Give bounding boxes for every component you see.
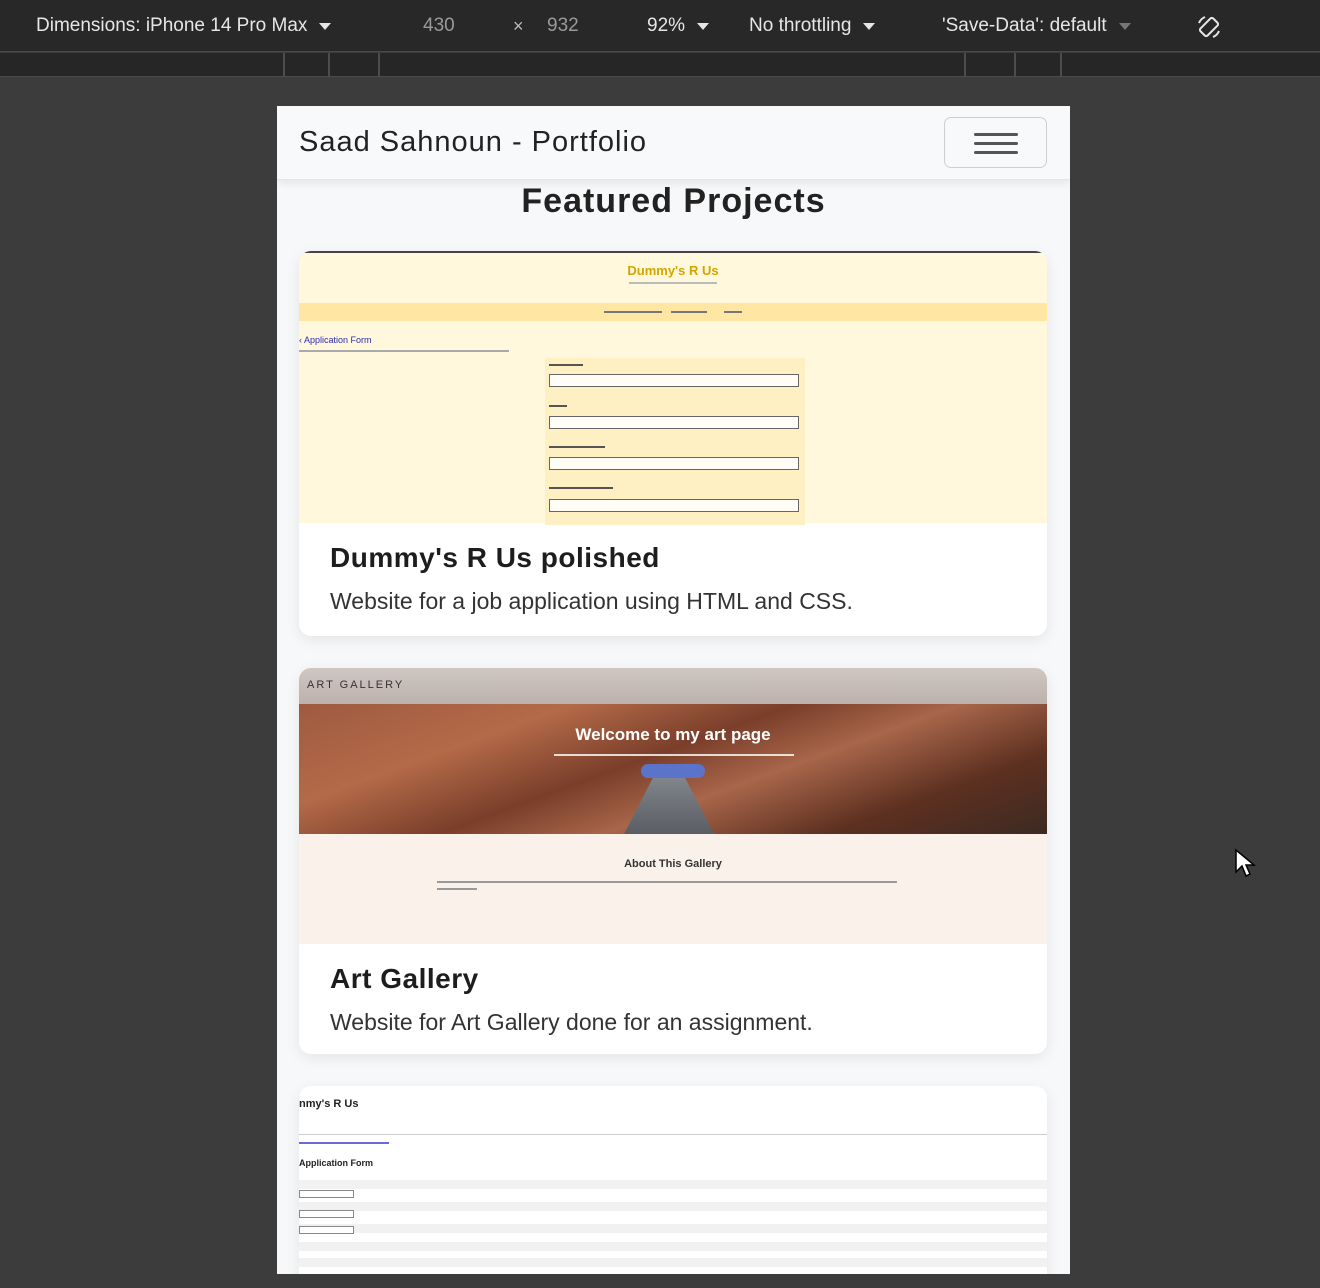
hamburger-icon — [974, 133, 1018, 136]
mouse-cursor-icon — [1235, 848, 1257, 878]
project-screenshot: ART GALLERY Welcome to my art page About… — [299, 668, 1047, 944]
zoom-dropdown[interactable]: 92% — [647, 0, 710, 52]
dimension-separator: × — [513, 0, 524, 52]
preview-logo: ART GALLERY — [307, 679, 405, 691]
chevron-down-icon — [697, 22, 710, 30]
width-input[interactable]: 430 — [423, 0, 455, 52]
dimensions-label: Dimensions: iPhone 14 Pro Max — [36, 15, 308, 36]
throttling-dropdown[interactable]: No throttling — [749, 0, 876, 52]
preview-form-title: Application Form — [299, 1158, 373, 1168]
width-value: 430 — [423, 15, 455, 36]
project-screenshot: Dummy's R Us ‹ Application Form — [299, 251, 1047, 525]
project-description: Website for Art Gallery done for an assi… — [330, 1009, 813, 1035]
project-title: Art Gallery — [330, 963, 479, 994]
project-card[interactable]: ART GALLERY Welcome to my art page About… — [299, 668, 1047, 1054]
project-card[interactable]: Dummy's R Us ‹ Application Form Dummy's … — [299, 251, 1047, 636]
save-data-label: 'Save-Data': default — [942, 15, 1107, 36]
project-screenshot: nmy's R Us Application Form — [299, 1086, 1047, 1274]
chevron-down-icon — [863, 22, 876, 30]
device-viewport: Saad Sahnoun - Portfolio Featured Projec… — [277, 106, 1070, 1274]
project-description: Website for a job application using HTML… — [330, 588, 853, 614]
zoom-label: 92% — [647, 15, 686, 36]
preview-site-title: nmy's R Us — [299, 1098, 359, 1110]
height-input[interactable]: 932 — [547, 0, 579, 52]
section-title: Featured Projects — [521, 182, 826, 220]
project-card[interactable]: nmy's R Us Application Form — [299, 1086, 1047, 1274]
times-icon: × — [513, 15, 524, 36]
preview-button — [641, 764, 705, 778]
navbar-toggler-button[interactable] — [944, 117, 1047, 168]
preview-about-title: About This Gallery — [624, 858, 722, 870]
navbar-brand[interactable]: Saad Sahnoun - Portfolio — [299, 126, 647, 159]
project-title: Dummy's R Us polished — [330, 542, 660, 573]
devtools-device-toolbar: Dimensions: iPhone 14 Pro Max 430 × 932 … — [0, 0, 1320, 52]
dimensions-dropdown[interactable]: Dimensions: iPhone 14 Pro Max — [36, 0, 332, 52]
height-value: 932 — [547, 15, 579, 36]
preview-nav — [299, 303, 1047, 321]
preview-site-title: Dummy's R Us — [627, 263, 719, 278]
save-data-dropdown[interactable]: 'Save-Data': default — [942, 0, 1131, 52]
preview-link: ‹ Application Form — [299, 335, 372, 345]
preview-form — [545, 358, 805, 525]
throttling-label: No throttling — [749, 15, 852, 36]
chevron-down-icon — [319, 22, 332, 30]
chevron-down-icon — [1118, 22, 1131, 30]
navbar: Saad Sahnoun - Portfolio — [277, 106, 1070, 180]
preview-hero-title: Welcome to my art page — [575, 725, 771, 744]
rotate-icon[interactable] — [1196, 14, 1222, 40]
media-query-ruler[interactable] — [0, 53, 1320, 77]
